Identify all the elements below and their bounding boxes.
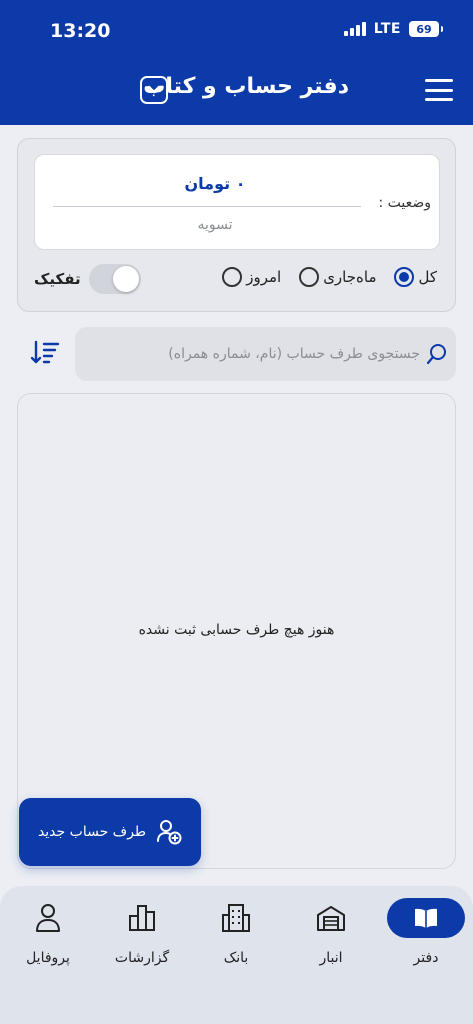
battery-icon: 69	[409, 21, 443, 37]
summary-panel: وضعیت : ۰ تومان تسویه امروز ماه‌جاری کل …	[17, 138, 456, 312]
nav-icon-container	[387, 898, 465, 938]
radio-today[interactable]: امروز	[222, 267, 281, 287]
page-title: دفتر حساب و کتاب	[143, 74, 349, 99]
balance-amount: ۰ تومان	[184, 174, 246, 193]
add-account-button[interactable]: طرف حساب جدید	[19, 798, 201, 866]
status-indicators: LTE 69	[343, 21, 443, 37]
nav-icon-container	[9, 898, 87, 938]
search-input[interactable]	[87, 342, 420, 366]
bottom-navigation: دفتر انبار بانک گزارشات پروفایل	[0, 886, 473, 1024]
fab-label: طرف حساب جدید	[37, 824, 147, 840]
nav-label: گزارشات	[114, 950, 170, 966]
signal-icon	[343, 22, 366, 36]
period-filter: امروز ماه‌جاری کل	[222, 267, 437, 287]
nav-item-reports[interactable]: گزارشات	[102, 898, 182, 988]
battery-level: 69	[416, 22, 432, 36]
radio-all[interactable]: کل	[394, 267, 437, 287]
nav-item-warehouse[interactable]: انبار	[291, 898, 371, 988]
balance-state: تسویه	[197, 217, 233, 233]
radio-current-month[interactable]: ماه‌جاری	[299, 267, 376, 287]
status-time: 13:20	[50, 20, 111, 42]
radio-label: کل	[418, 268, 437, 286]
nav-item-bank[interactable]: بانک	[196, 898, 276, 988]
status-label: وضعیت :	[378, 195, 431, 211]
nav-icon-container	[292, 898, 370, 938]
breakdown-toggle-group: تفکیک	[34, 264, 141, 294]
radio-label: ماه‌جاری	[323, 268, 377, 286]
nav-item-profile[interactable]: پروفایل	[8, 898, 88, 988]
bank-building-icon	[222, 904, 250, 932]
warehouse-icon	[317, 906, 345, 931]
nav-label: بانک	[223, 950, 249, 966]
bar-chart-icon	[129, 905, 155, 931]
search-box	[75, 327, 456, 381]
radio-button[interactable]	[299, 267, 320, 287]
nav-label: دفتر	[413, 950, 439, 966]
empty-state-message: هنوز هیچ طرف حسابی ثبت نشده	[138, 622, 335, 638]
hamburger-menu-icon[interactable]	[425, 79, 453, 101]
nav-label: انبار	[319, 950, 343, 966]
nav-icon-container	[197, 898, 275, 938]
toggle-knob	[112, 266, 139, 292]
app-header: 13:20 LTE 69 دفتر حساب و کتاب	[0, 0, 473, 125]
toggle-label: تفکیک	[34, 270, 81, 288]
add-user-icon	[157, 820, 182, 845]
network-type: LTE	[373, 21, 401, 37]
nav-icon-container	[103, 898, 181, 938]
divider	[53, 206, 361, 207]
breakdown-toggle[interactable]	[88, 264, 141, 294]
user-icon	[36, 904, 60, 932]
search-icon	[426, 344, 446, 365]
nav-label: پروفایل	[26, 950, 70, 966]
book-icon	[415, 908, 437, 928]
balance-card: وضعیت : ۰ تومان تسویه	[34, 154, 440, 250]
radio-button[interactable]	[394, 267, 415, 287]
sort-icon[interactable]	[30, 340, 60, 366]
radio-button[interactable]	[222, 267, 243, 287]
radio-label: امروز	[246, 268, 282, 286]
nav-item-ledger[interactable]: دفتر	[386, 898, 466, 988]
